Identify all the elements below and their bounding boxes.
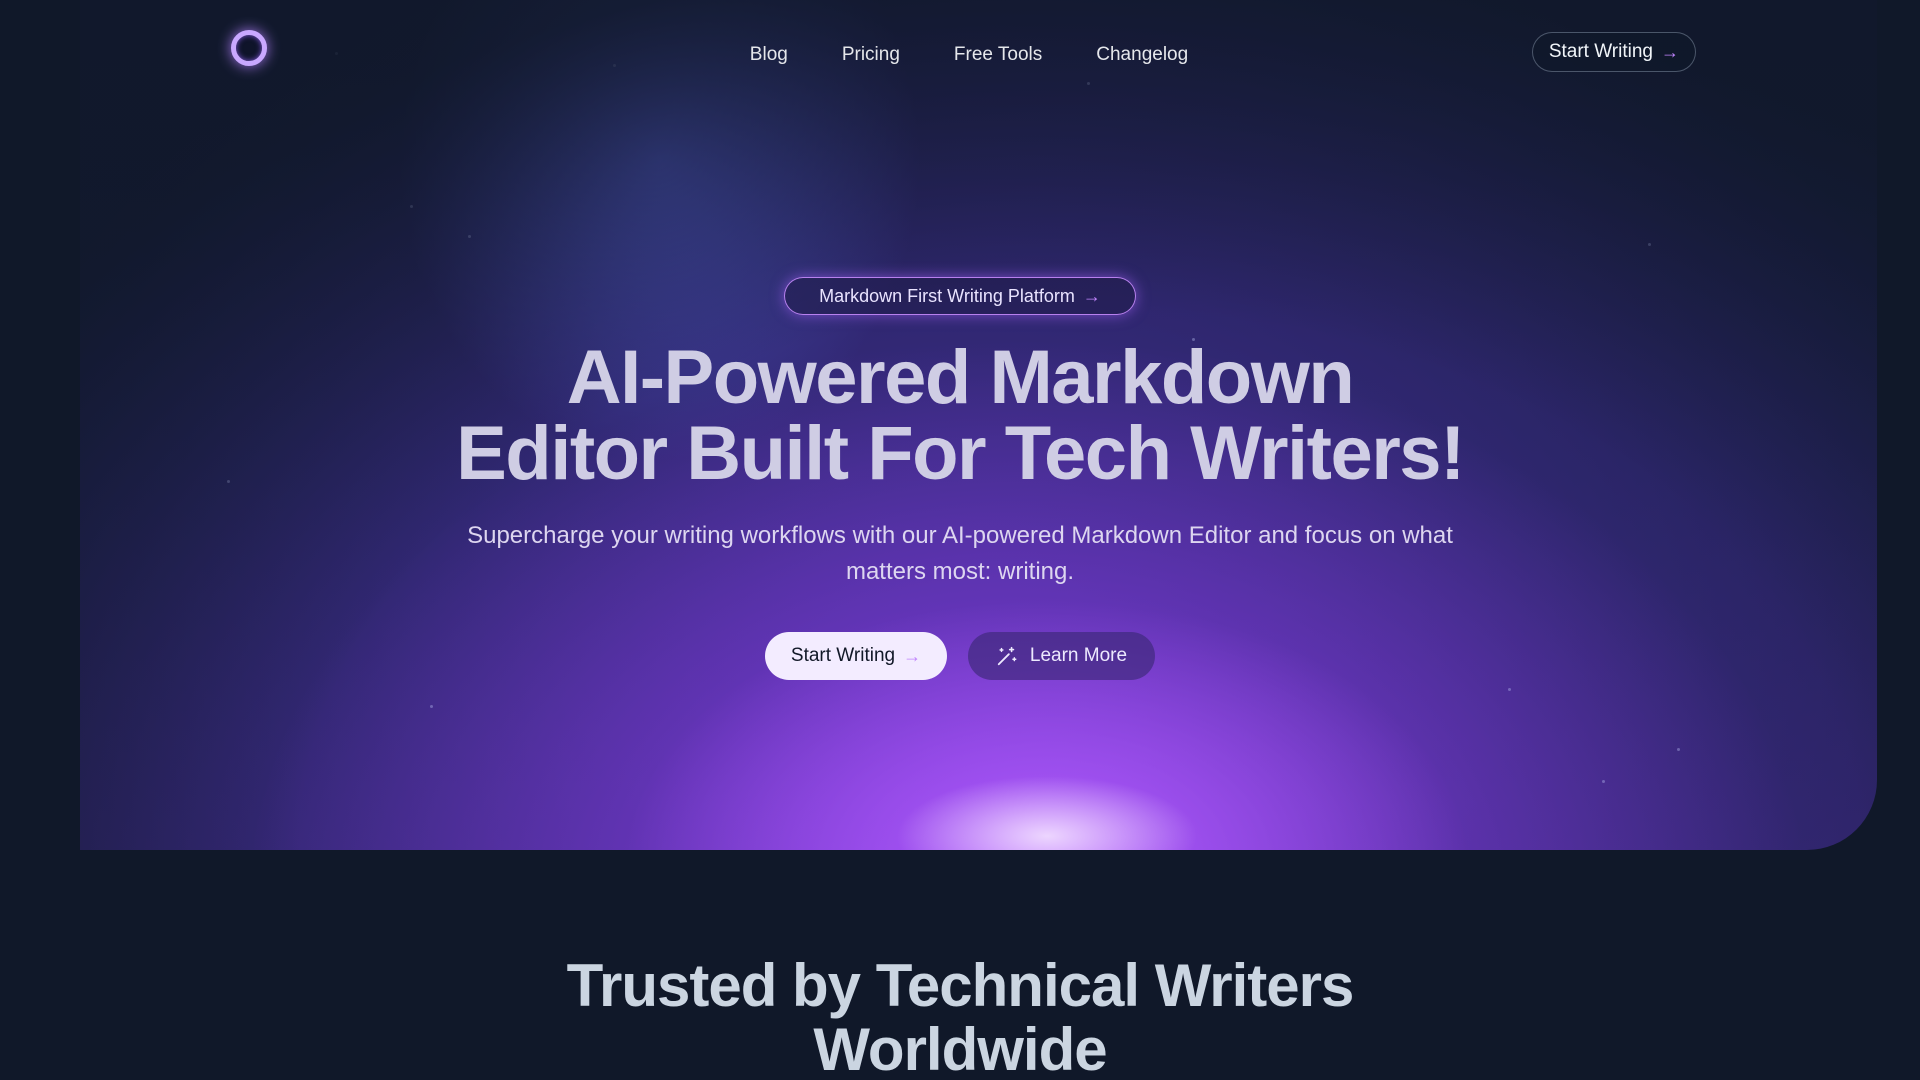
hero-headline: AI-Powered Markdown Editor Built For Tec… <box>0 340 1920 492</box>
headline-line-2: Editor Built For Tech Writers! <box>456 411 1465 496</box>
badge-label: Markdown First Writing Platform <box>819 285 1075 306</box>
star-decoration <box>1648 243 1651 246</box>
arrow-right-icon: → <box>903 645 922 666</box>
star-decoration <box>1087 82 1090 85</box>
star-decoration <box>430 705 433 708</box>
start-writing-label: Start Writing <box>790 645 896 666</box>
arrow-right-icon: → <box>1661 41 1679 62</box>
arrow-right-icon: → <box>1082 285 1101 306</box>
nav-cta-label: Start Writing <box>1548 41 1653 62</box>
hero-subtext: Supercharge your writing workflows with … <box>467 522 1453 585</box>
learn-more-button[interactable]: Learn More <box>968 632 1155 680</box>
magic-wand-icon <box>997 646 1017 666</box>
nav-link-free-tools[interactable]: Free Tools <box>954 40 1042 70</box>
star-decoration <box>1602 780 1605 783</box>
headline-line-1: AI-Powered Markdown <box>566 335 1355 420</box>
start-writing-button[interactable]: Start Writing → <box>765 632 947 680</box>
star-decoration <box>410 205 413 208</box>
trusted-line-2: Worldwide <box>813 1016 1107 1080</box>
learn-more-label: Learn More <box>1029 645 1128 666</box>
platform-badge[interactable]: Markdown First Writing Platform → <box>784 277 1136 315</box>
nav-start-writing-button[interactable]: Start Writing → <box>1531 32 1696 72</box>
trusted-heading: Trusted by Technical Writers Worldwide <box>0 954 1920 1080</box>
nav-link-blog[interactable]: Blog <box>750 40 788 70</box>
star-decoration <box>1508 688 1511 691</box>
star-decoration <box>1677 748 1680 751</box>
landing-page: Blog Pricing Free Tools Changelog Start … <box>0 0 1920 1080</box>
trusted-line-1: Trusted by Technical Writers <box>566 952 1355 1019</box>
star-decoration <box>468 235 471 238</box>
nav-link-changelog[interactable]: Changelog <box>1096 40 1188 70</box>
nav-link-pricing[interactable]: Pricing <box>842 40 900 70</box>
